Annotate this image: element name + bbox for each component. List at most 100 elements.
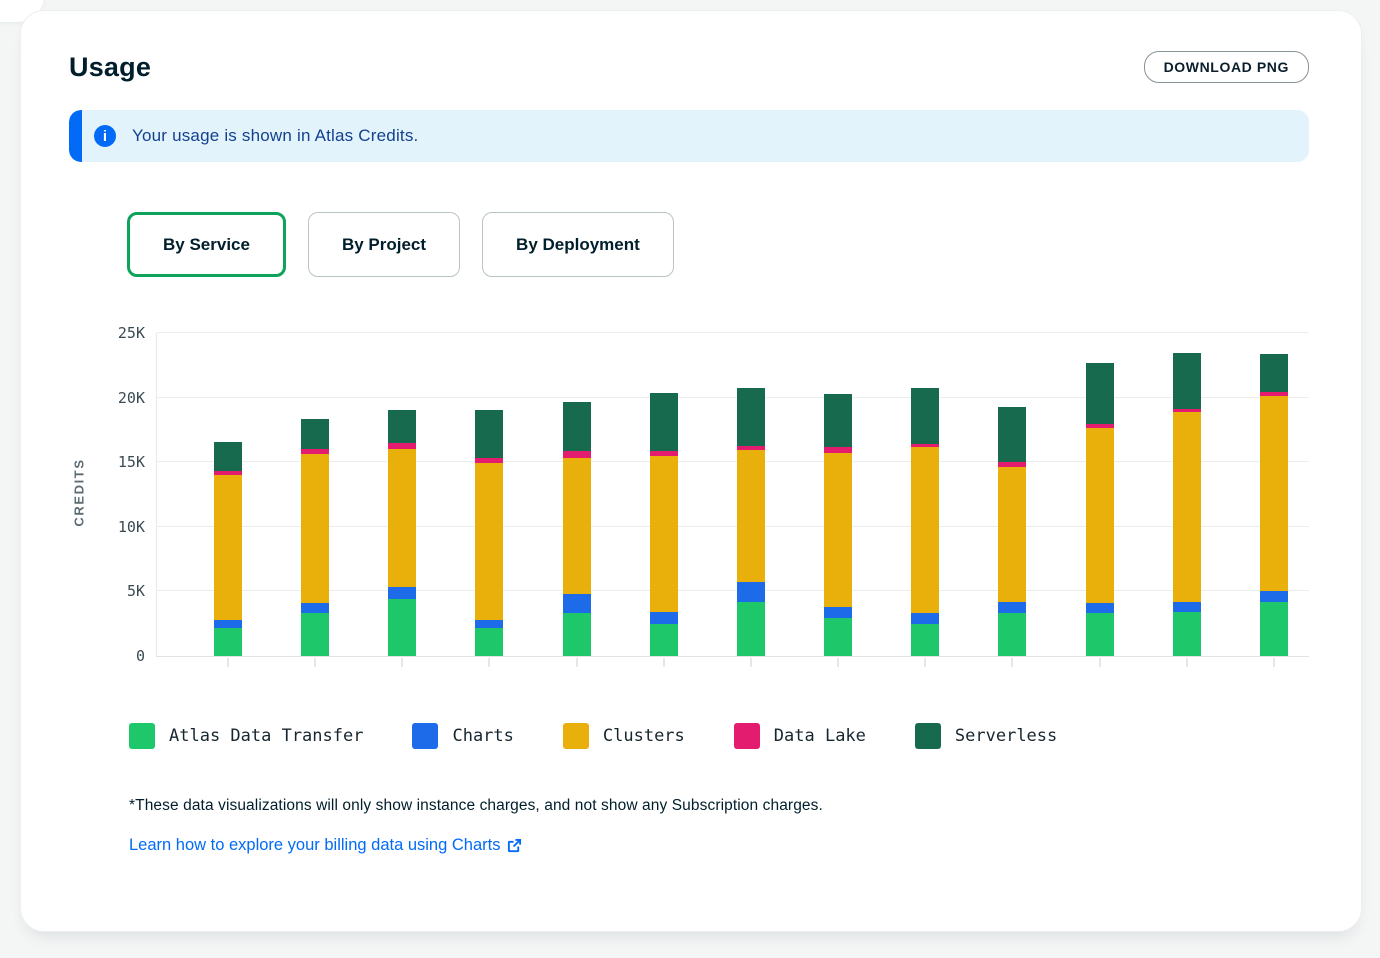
bar-segment <box>301 419 329 449</box>
bar <box>737 388 765 656</box>
bar-segment <box>563 458 591 594</box>
banner-accent-bar <box>69 110 82 162</box>
bar-segment <box>1086 603 1114 613</box>
bar-segment <box>824 607 852 619</box>
bar-segment <box>911 447 939 613</box>
bar <box>1260 354 1288 656</box>
bar-segment <box>650 624 678 656</box>
tab-by-service[interactable]: By Service <box>127 212 286 277</box>
bar-segment <box>824 394 852 447</box>
bar-segment <box>214 628 242 657</box>
bar-segment <box>737 388 765 446</box>
legend-swatch <box>129 723 155 749</box>
y-tick-label: 0 <box>95 647 145 665</box>
legend-swatch <box>915 723 941 749</box>
x-axis-tick <box>488 658 490 667</box>
view-tabs: By Service By Project By Deployment <box>127 212 1309 277</box>
y-tick-label: 10K <box>95 518 145 536</box>
bar-segment <box>1173 412 1201 601</box>
tab-by-deployment[interactable]: By Deployment <box>482 212 674 277</box>
legend-label: Clusters <box>603 726 685 746</box>
bar <box>824 394 852 656</box>
bar-segment <box>1086 428 1114 603</box>
bar-segment <box>650 456 678 612</box>
legend-item: Serverless <box>915 723 1057 749</box>
bar-segment <box>1173 353 1201 409</box>
bar-segment <box>1260 591 1288 601</box>
x-axis-tick <box>1011 658 1013 667</box>
bar-segment <box>911 624 939 656</box>
bar <box>911 388 939 656</box>
bar-segment <box>388 410 416 444</box>
bar-segment <box>650 612 678 624</box>
x-axis-tick <box>314 658 316 667</box>
bar-segment <box>475 410 503 458</box>
legend-swatch <box>734 723 760 749</box>
legend-label: Charts <box>452 726 513 746</box>
usage-card: Usage DOWNLOAD PNG i Your usage is shown… <box>20 10 1362 932</box>
banner-text: Your usage is shown in Atlas Credits. <box>132 126 418 146</box>
bar-segment <box>998 407 1026 461</box>
chart-legend: Atlas Data Transfer Charts Clusters Data La… <box>129 723 1309 749</box>
x-axis-tick <box>227 658 229 667</box>
legend-item: Clusters <box>563 723 685 749</box>
x-axis-tick <box>1186 658 1188 667</box>
bar-segment <box>301 454 329 603</box>
billing-charts-link-label: Learn how to explore your billing data u… <box>129 836 500 855</box>
legend-swatch <box>412 723 438 749</box>
x-axis-tick <box>663 658 665 667</box>
x-axis-tick <box>924 658 926 667</box>
bar-series <box>157 333 1309 656</box>
bar-segment <box>1173 612 1201 656</box>
bar <box>998 407 1026 656</box>
usage-chart: CREDITS 05K10K15K20K25K <box>156 333 1309 657</box>
y-tick-label: 25K <box>95 324 145 342</box>
bar-segment <box>475 628 503 657</box>
bar-segment <box>388 587 416 599</box>
bar-segment <box>737 602 765 656</box>
info-banner: i Your usage is shown in Atlas Credits. <box>69 110 1309 162</box>
bar-segment <box>911 388 939 444</box>
chart-footnote: *These data visualizations will only sho… <box>129 797 1309 815</box>
y-tick-label: 5K <box>95 582 145 600</box>
bar <box>388 410 416 656</box>
bar-segment <box>824 618 852 656</box>
bar-segment <box>737 582 765 601</box>
bar <box>475 410 503 656</box>
y-tick-label: 15K <box>95 453 145 471</box>
x-axis-tick <box>401 658 403 667</box>
x-axis-tick <box>1099 658 1101 667</box>
x-axis-tick <box>576 658 578 667</box>
bar-segment <box>911 613 939 623</box>
bar-segment <box>563 613 591 656</box>
x-axis-tick <box>837 658 839 667</box>
x-axis-tick <box>1273 658 1275 667</box>
bar-segment <box>1260 396 1288 592</box>
bar-segment <box>301 613 329 656</box>
bar-segment <box>1260 354 1288 392</box>
y-tick-label: 20K <box>95 389 145 407</box>
billing-charts-link[interactable]: Learn how to explore your billing data u… <box>129 836 522 855</box>
legend-item: Charts <box>412 723 513 749</box>
bar-segment <box>824 453 852 607</box>
bar <box>563 402 591 656</box>
bar-segment <box>998 602 1026 614</box>
bar-segment <box>388 599 416 656</box>
info-icon: i <box>94 125 116 147</box>
bar-segment <box>475 463 503 620</box>
download-png-button[interactable]: DOWNLOAD PNG <box>1144 51 1309 83</box>
bar <box>1173 353 1201 656</box>
x-axis-tick <box>750 658 752 667</box>
legend-item: Atlas Data Transfer <box>129 723 363 749</box>
bar-segment <box>1260 602 1288 656</box>
bar <box>214 442 242 656</box>
tab-by-project[interactable]: By Project <box>308 212 460 277</box>
legend-label: Data Lake <box>774 726 866 746</box>
external-link-icon <box>507 838 522 853</box>
legend-swatch <box>563 723 589 749</box>
bar-segment <box>1173 602 1201 612</box>
bar <box>650 393 678 656</box>
bar <box>301 419 329 656</box>
bar-segment <box>1086 363 1114 424</box>
legend-label: Atlas Data Transfer <box>169 726 363 746</box>
